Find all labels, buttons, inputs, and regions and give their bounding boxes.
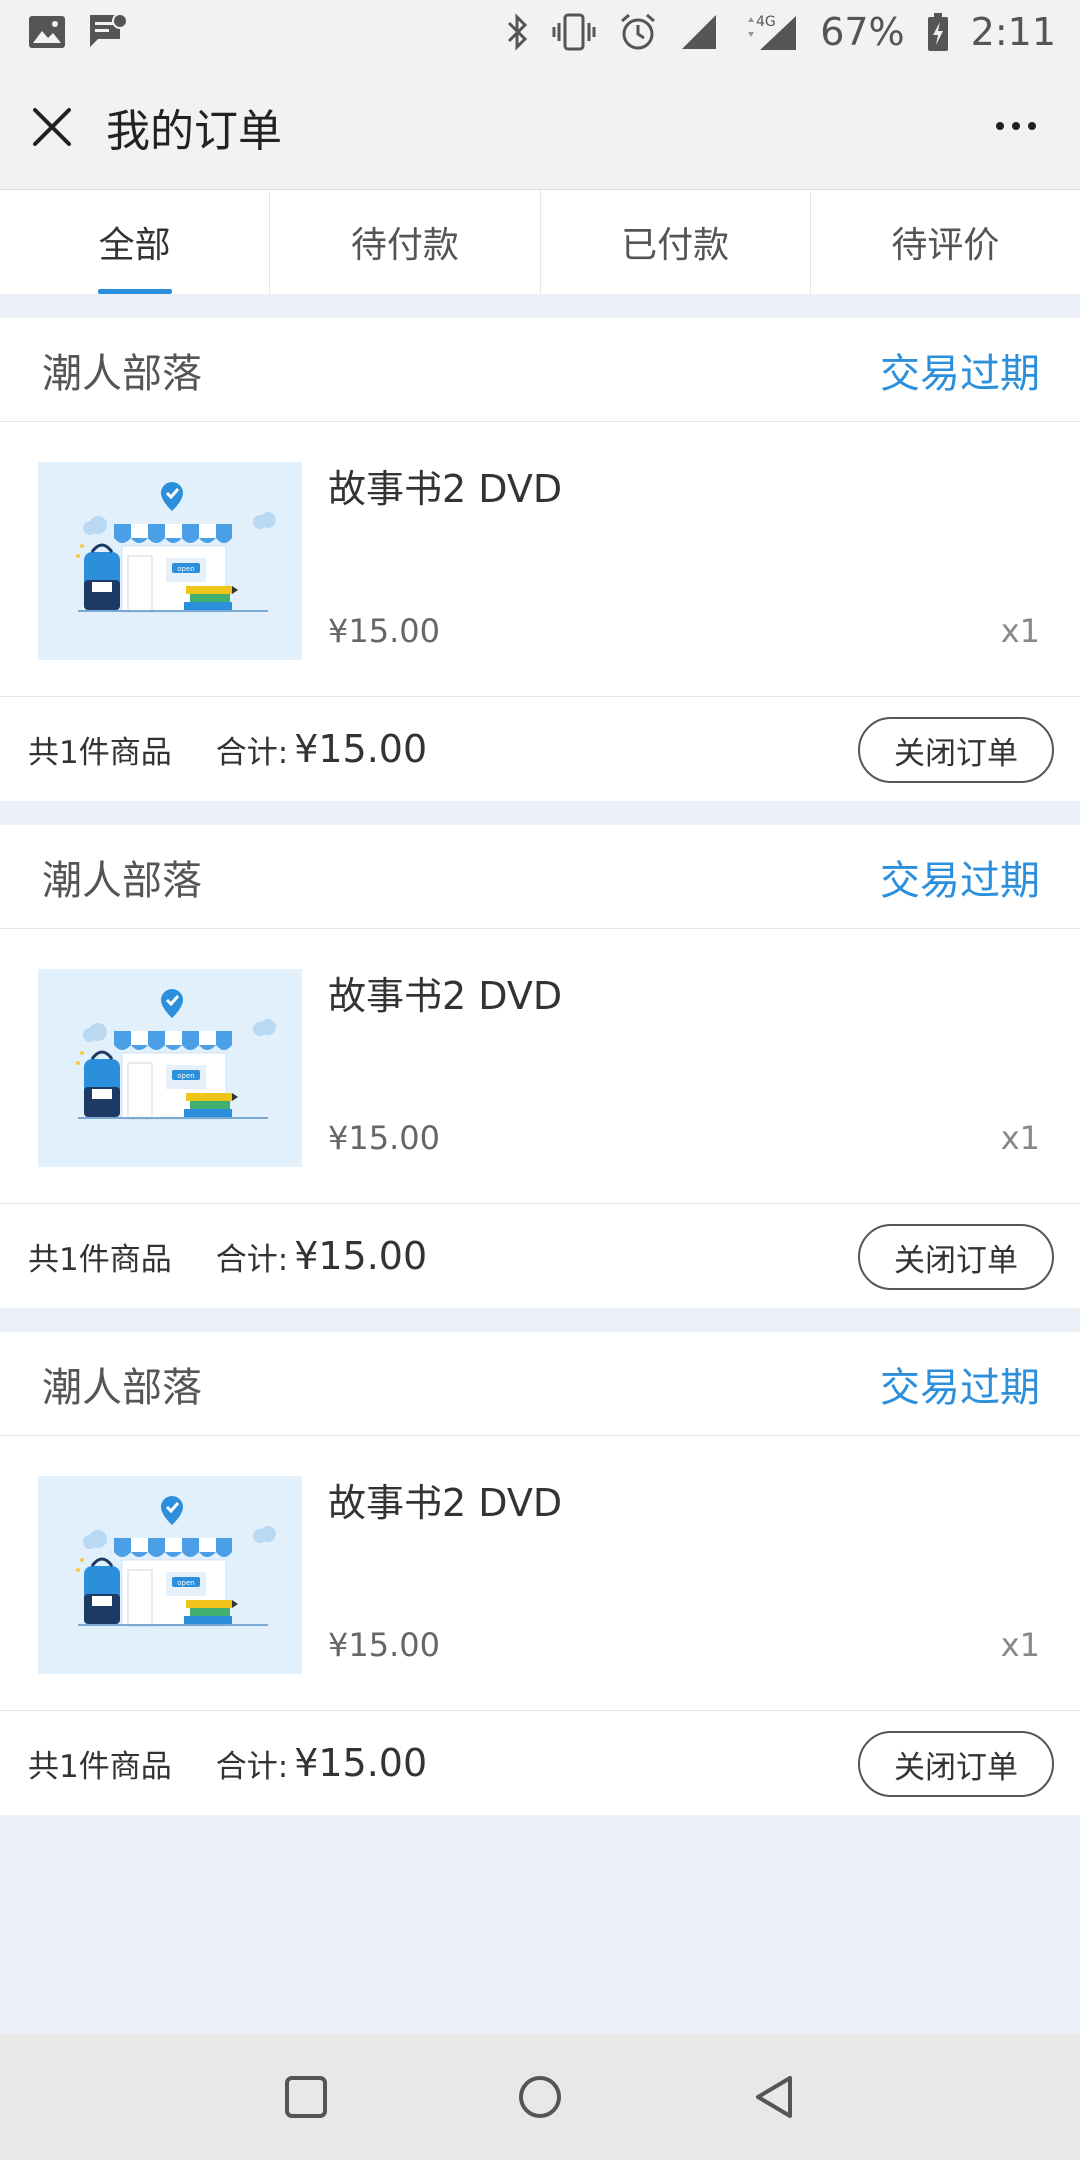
item-name: 故事书2 DVD	[328, 467, 563, 511]
order-footer: 共1件商品 合计: ¥15.00 关闭订单	[0, 697, 1080, 801]
order-header: 潮人部落 交易过期	[0, 825, 1080, 929]
order-card: 潮人部落 交易过期 open 故事书2 DVD ¥15.00 x1 共1件商品 …	[0, 318, 1080, 801]
order-card: 潮人部落 交易过期 open 故事书2 DVD ¥15.00 x1 共1件商品 …	[0, 825, 1080, 1308]
order-tabs: 全部 待付款 已付款 待评价	[0, 190, 1080, 294]
order-item[interactable]: open 故事书2 DVD ¥15.00 x1	[0, 1436, 1080, 1711]
order-item[interactable]: open 故事书2 DVD ¥15.00 x1	[0, 929, 1080, 1204]
order-header: 潮人部落 交易过期	[0, 318, 1080, 422]
system-nav-bar	[0, 2034, 1080, 2160]
signal-icon	[680, 10, 720, 54]
order-card: 潮人部落 交易过期 open 故事书2 DVD ¥15.00 x1 共1件商品 …	[0, 1332, 1080, 1815]
total-label: 合计:	[215, 1241, 289, 1278]
item-count: 共1件商品	[28, 1748, 172, 1785]
alarm-icon	[618, 10, 658, 54]
tab-pending-payment[interactable]: 待付款	[270, 190, 541, 294]
more-icon-dot	[996, 122, 1004, 130]
total-value: ¥15.00	[294, 1234, 428, 1278]
close-button[interactable]	[0, 64, 104, 190]
close-order-button[interactable]: 关闭订单	[858, 1224, 1054, 1290]
store-name[interactable]: 潮人部落	[42, 848, 202, 906]
back-triangle-icon	[756, 2076, 792, 2118]
close-icon	[33, 107, 71, 146]
battery-icon	[927, 10, 949, 54]
tab-pending-review[interactable]: 待评价	[811, 190, 1080, 294]
total-value: ¥15.00	[294, 1741, 428, 1785]
svg-text:open: open	[177, 565, 194, 573]
item-name: 故事书2 DVD	[328, 1481, 563, 1525]
item-quantity: x1	[1000, 612, 1040, 650]
more-icon-dot	[1028, 122, 1036, 130]
vibrate-icon	[552, 10, 596, 54]
storefront-illustration: open	[76, 1496, 276, 1627]
order-header: 潮人部落 交易过期	[0, 1332, 1080, 1436]
item-price: ¥15.00	[328, 1626, 440, 1664]
more-button[interactable]	[986, 104, 1046, 148]
total-label: 合计:	[215, 734, 289, 771]
close-order-button[interactable]: 关闭订单	[858, 1731, 1054, 1797]
order-status: 交易过期	[880, 857, 1040, 904]
bluetooth-icon	[506, 10, 530, 54]
order-item[interactable]: open 故事书2 DVD ¥15.00 x1	[0, 422, 1080, 697]
total-label: 合计:	[215, 1748, 289, 1785]
recent-apps-button[interactable]	[279, 2070, 333, 2124]
product-thumbnail: open	[38, 969, 302, 1167]
signal-4g-icon: 4G	[742, 10, 798, 54]
storefront-illustration: open	[76, 482, 276, 613]
product-thumbnail: open	[38, 462, 302, 660]
item-count: 共1件商品	[28, 734, 172, 771]
svg-text:open: open	[177, 1579, 194, 1587]
circle-icon	[519, 2076, 561, 2118]
message-icon	[88, 10, 128, 54]
order-footer: 共1件商品 合计: ¥15.00 关闭订单	[0, 1204, 1080, 1308]
svg-text:4G: 4G	[756, 14, 776, 30]
order-status: 交易过期	[880, 350, 1040, 397]
home-button[interactable]	[513, 2070, 567, 2124]
battery-percent: 67%	[820, 10, 905, 54]
tab-paid[interactable]: 已付款	[541, 190, 811, 294]
item-count: 共1件商品	[28, 1241, 172, 1278]
svg-text:open: open	[177, 1072, 194, 1080]
clock: 2:11	[970, 10, 1056, 54]
status-bar: 4G 67% 2:11	[0, 0, 1080, 64]
product-thumbnail: open	[38, 1476, 302, 1674]
close-order-button[interactable]: 关闭订单	[858, 717, 1054, 783]
store-name[interactable]: 潮人部落	[42, 341, 202, 399]
tab-all[interactable]: 全部	[0, 190, 271, 294]
order-list: 潮人部落 交易过期 open 故事书2 DVD ¥15.00 x1 共1件商品 …	[0, 318, 1080, 1839]
back-button[interactable]	[747, 2070, 801, 2124]
order-status: 交易过期	[880, 1364, 1040, 1411]
item-quantity: x1	[1000, 1626, 1040, 1664]
page-title: 我的订单	[106, 105, 282, 157]
image-icon	[28, 10, 66, 54]
item-price: ¥15.00	[328, 612, 440, 650]
title-bar: 我的订单	[0, 64, 1080, 190]
item-price: ¥15.00	[328, 1119, 440, 1157]
square-icon	[285, 2076, 327, 2118]
item-quantity: x1	[1000, 1119, 1040, 1157]
item-name: 故事书2 DVD	[328, 974, 563, 1018]
more-icon-dot	[1012, 122, 1020, 130]
storefront-illustration: open	[76, 989, 276, 1120]
order-footer: 共1件商品 合计: ¥15.00 关闭订单	[0, 1711, 1080, 1815]
store-name[interactable]: 潮人部落	[42, 1355, 202, 1413]
total-value: ¥15.00	[294, 727, 428, 771]
